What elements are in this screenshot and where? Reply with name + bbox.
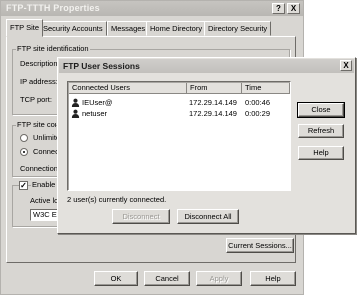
unlimited-radio[interactable]	[20, 134, 28, 142]
tab-ftp-site[interactable]: FTP Site	[6, 19, 44, 37]
unlimited-label: Unlimited	[33, 133, 58, 142]
help-title-button[interactable]: ?	[272, 3, 285, 14]
ok-button[interactable]: OK	[94, 271, 138, 286]
sessions-list[interactable]: Connected Users From Time IEUser@ 172.29…	[67, 81, 291, 191]
connections-limited-radio[interactable]	[20, 148, 28, 156]
close-button[interactable]: Close	[297, 102, 345, 118]
session-time: 0:00:46	[245, 98, 271, 107]
session-row[interactable]: IEUser@ 172.29.14.149 0:00:46	[69, 97, 290, 108]
log-format-select[interactable]: W3C Extended Log File Format	[30, 209, 59, 221]
session-user: netuser	[82, 109, 108, 118]
dialog-title: FTP User Sessions	[63, 61, 140, 71]
connection-timeout-label: Connection timeout:	[20, 164, 58, 173]
user-icon	[71, 109, 80, 118]
dialog-close-icon[interactable]: X	[340, 60, 352, 71]
properties-title: FTP-TTTH Properties	[6, 3, 100, 13]
disconnect-button[interactable]: Disconnect	[112, 209, 170, 224]
apply-button[interactable]: Apply	[196, 271, 242, 286]
session-from: 172.29.14.149	[189, 109, 237, 118]
column-header-from[interactable]: From	[187, 83, 242, 94]
session-time: 0:00:29	[245, 109, 271, 118]
help-button[interactable]: Help	[250, 271, 296, 286]
identification-group-label: FTP site identification	[16, 44, 90, 53]
user-sessions-dialog: FTP User Sessions X Connected Users From…	[57, 57, 356, 234]
column-header-users[interactable]: Connected Users	[69, 83, 187, 94]
connections-limited-label: Connections limited to:	[33, 147, 58, 156]
connections-group-label: FTP site connections	[16, 120, 56, 129]
disconnect-all-button[interactable]: Disconnect All	[177, 209, 239, 224]
column-header-time[interactable]: Time	[242, 83, 290, 94]
current-sessions-button[interactable]: Current Sessions...	[226, 238, 294, 253]
description-label: Description:	[20, 59, 58, 68]
properties-title-bar[interactable]: FTP-TTTH Properties ? X	[1, 1, 303, 16]
session-user: IEUser@	[82, 98, 113, 107]
session-from: 172.29.14.149	[189, 98, 237, 107]
refresh-button[interactable]: Refresh	[298, 124, 344, 138]
ip-address-label: IP address:	[20, 77, 58, 86]
tab-directory-security[interactable]: Directory Security	[204, 21, 272, 36]
dialog-title-bar[interactable]: FTP User Sessions X	[59, 59, 354, 73]
dialog-help-button[interactable]: Help	[298, 146, 344, 160]
enable-logging-checkbox[interactable]: ✓	[19, 181, 28, 190]
connected-users-status: 2 user(s) currently connected.	[67, 195, 167, 204]
active-log-format-label: Active log format:	[30, 196, 58, 205]
tcp-port-label: TCP port:	[20, 95, 52, 104]
user-icon	[71, 98, 80, 107]
session-row[interactable]: netuser 172.29.14.149 0:00:29	[69, 108, 290, 119]
cancel-button[interactable]: Cancel	[144, 271, 190, 286]
tab-messages[interactable]: Messages	[107, 21, 150, 36]
tab-home-directory[interactable]: Home Directory	[146, 21, 207, 36]
enable-logging-label: Enable logging	[31, 180, 57, 189]
tab-security-accounts[interactable]: Security Accounts	[39, 21, 107, 36]
close-title-button[interactable]: X	[287, 3, 300, 14]
